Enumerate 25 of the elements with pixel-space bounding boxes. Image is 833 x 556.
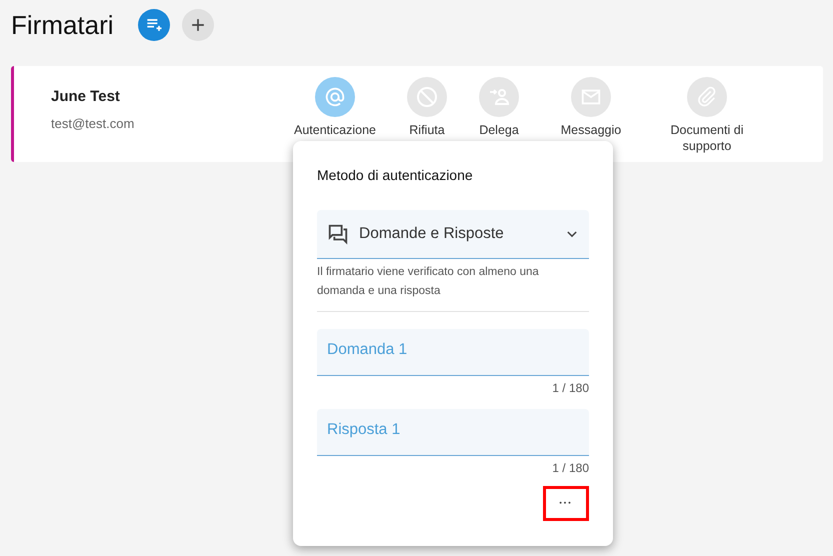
character-counter: 1 / 180 bbox=[551, 381, 589, 395]
add-button[interactable] bbox=[182, 9, 214, 41]
action-button[interactable] bbox=[571, 77, 611, 117]
action-button[interactable] bbox=[407, 77, 447, 117]
chat-icon bbox=[327, 223, 349, 245]
method-hint: Il firmatario viene verificato con almeno una domanda e una risposta bbox=[317, 265, 540, 299]
action-button[interactable] bbox=[479, 77, 519, 117]
signer-email: test@test.com bbox=[51, 116, 136, 131]
signer-name: June Test bbox=[51, 88, 121, 105]
action-label: Messaggio bbox=[560, 122, 622, 138]
block-icon bbox=[415, 85, 439, 109]
page-title: Firmatari bbox=[11, 10, 114, 40]
action-button[interactable] bbox=[687, 77, 727, 117]
paperclip-icon bbox=[696, 86, 718, 108]
method-select[interactable]: Domande e Risposte bbox=[317, 210, 589, 259]
character-counter: 1 / 180 bbox=[551, 461, 589, 475]
action-label: Documenti di supporto bbox=[670, 122, 744, 154]
chevron-down-icon bbox=[567, 230, 577, 238]
action-label: Autenticazione bbox=[294, 122, 376, 138]
add-list-button[interactable] bbox=[138, 9, 170, 41]
popup-title: Metodo di autenticazione bbox=[317, 167, 474, 183]
action-label: Delega bbox=[479, 122, 519, 138]
action-button[interactable] bbox=[315, 77, 355, 117]
action-label: Rifiuta bbox=[409, 122, 445, 138]
at-sign-icon bbox=[324, 86, 346, 108]
